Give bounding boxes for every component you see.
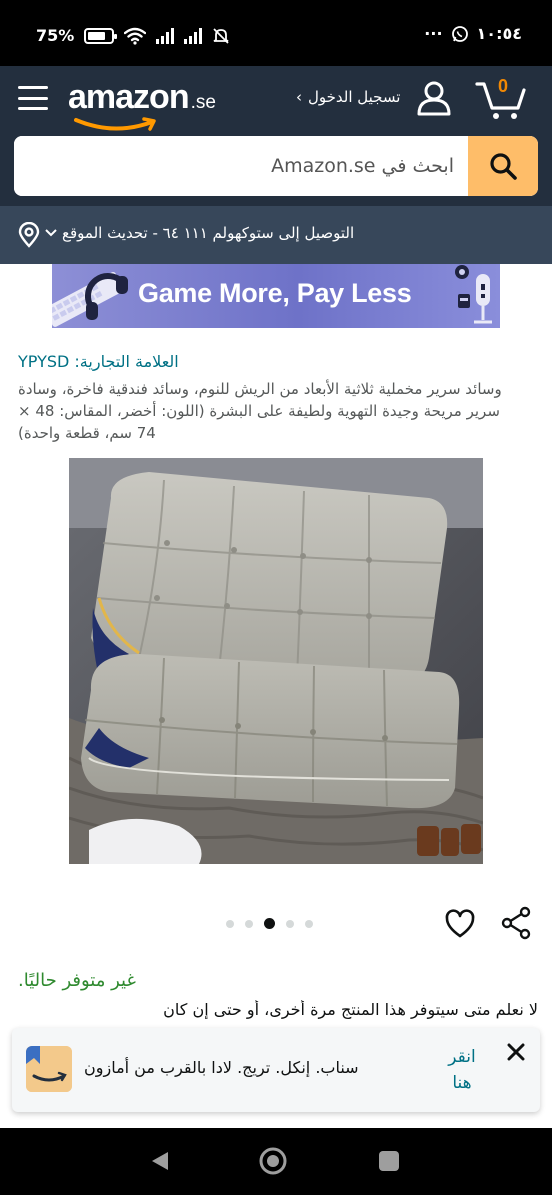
location-label: التوصيل إلى ستوكهولم ١١١ ٦٤ - تحديث المو… (62, 224, 355, 242)
location-bar[interactable]: التوصيل إلى ستوكهولم ١١١ ٦٤ - تحديث المو… (0, 206, 552, 264)
wifi-icon (124, 27, 147, 45)
signin-label: تسجيل الدخول (308, 88, 401, 106)
app-promo-text: سناب. إنكل. تريج. لادا بالقرب من أمازون (84, 1058, 359, 1077)
signal-icon (184, 27, 203, 44)
carousel-dot[interactable] (264, 918, 275, 929)
carousel-dot[interactable] (286, 919, 294, 928)
amazon-logo[interactable]: amazon .se (68, 78, 216, 131)
search-bar (14, 136, 538, 196)
recent-apps-icon[interactable] (378, 1150, 400, 1172)
carousel-dot[interactable] (305, 919, 313, 928)
battery-percent: 75% (36, 26, 75, 45)
app-promo-cta[interactable]: انقر هنا (442, 1044, 482, 1096)
logo-tld: .se (190, 92, 216, 113)
person-icon[interactable] (414, 80, 454, 116)
keyboard-headphones-image (52, 272, 128, 327)
status-right: ··· ١٠:٥٤ (424, 24, 522, 43)
close-icon[interactable] (502, 1038, 530, 1066)
chevron-down-icon (45, 229, 57, 237)
ad-banner[interactable]: Game More, Pay Less (52, 264, 500, 328)
status-left: 75% (36, 26, 230, 45)
cart-count: 0 (498, 76, 509, 96)
signal-icon (156, 27, 175, 44)
cart-button[interactable]: 0 (474, 74, 530, 122)
home-icon[interactable] (258, 1146, 288, 1176)
search-input[interactable] (14, 136, 468, 196)
image-carousel-dots (226, 918, 313, 929)
mute-icon (213, 27, 229, 44)
menu-icon[interactable] (18, 86, 48, 110)
carousel-dot[interactable] (226, 919, 234, 928)
logo-text: amazon (68, 78, 190, 116)
pillow-photo (69, 458, 483, 864)
signin-link[interactable]: تسجيل الدخول › (296, 88, 400, 106)
back-icon[interactable] (150, 1150, 170, 1172)
more-icon: ··· (424, 24, 443, 43)
carousel-dot[interactable] (245, 919, 253, 928)
availability-description: لا نعلم متى سيتوفر هذا المنتج مرة أخرى، … (163, 1000, 538, 1019)
app-promo-bar[interactable]: سناب. إنكل. تريج. لادا بالقرب من أمازون … (12, 1028, 540, 1112)
header: amazon .se تسجيل الدخول › 0 (0, 66, 552, 206)
search-icon (490, 153, 517, 180)
heart-icon[interactable] (444, 908, 476, 940)
clock: ١٠:٥٤ (476, 24, 522, 43)
logo-smile-icon (74, 117, 156, 131)
chevron-right-icon: › (296, 88, 302, 106)
banner-text: Game More, Pay Less (138, 278, 412, 308)
battery-icon (84, 27, 118, 44)
amazon-app-icon (26, 1046, 72, 1092)
share-icon[interactable] (500, 906, 532, 940)
availability-status: غير متوفر حاليًا. (18, 970, 136, 991)
status-bar: 75% ··· ١٠:٥٤ (0, 0, 552, 66)
product-title: وسائد سرير مخملية ثلاثية الأبعاد من الري… (18, 380, 502, 442)
whatsapp-icon (451, 25, 468, 42)
microphone-image (455, 265, 492, 324)
brand-link[interactable]: العلامة التجارية: YPYSD (18, 352, 179, 371)
system-nav-bar (0, 1128, 552, 1195)
location-pin-icon (18, 222, 40, 248)
location-text-group: التوصيل إلى ستوكهولم ١١١ ٦٤ - تحديث المو… (44, 224, 354, 242)
search-button[interactable] (468, 136, 538, 196)
product-image[interactable] (69, 458, 483, 864)
